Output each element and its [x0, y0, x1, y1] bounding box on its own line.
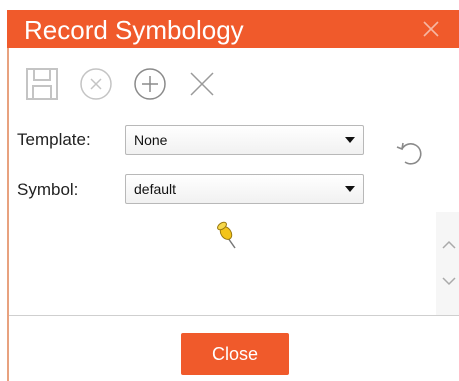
save-icon[interactable] [24, 66, 60, 102]
chevron-up-icon[interactable] [440, 236, 458, 254]
dialog-left-border [7, 48, 9, 381]
cancel-circle-icon[interactable] [78, 66, 114, 102]
pushpin-icon [217, 221, 236, 249]
add-circle-icon[interactable] [132, 66, 168, 102]
close-icon[interactable] [419, 17, 443, 41]
dialog-title: Record Symbology [24, 15, 244, 45]
template-select-value: None [134, 132, 168, 148]
close-button[interactable]: Close [181, 333, 289, 375]
symbol-label: Symbol: [17, 180, 79, 199]
undo-icon[interactable] [393, 136, 427, 170]
footer-divider [9, 315, 459, 316]
record-symbology-dialog: Record Symbology Template: None Symbol: … [0, 0, 459, 381]
chevron-down-icon [345, 137, 355, 143]
dialog-titlebar[interactable]: Record Symbology [7, 10, 459, 48]
template-select[interactable]: None [125, 125, 364, 155]
chevron-down-icon [345, 186, 355, 192]
delete-x-icon[interactable] [184, 66, 220, 102]
symbol-select[interactable]: default [125, 174, 364, 204]
scrollbar[interactable] [436, 212, 459, 315]
template-label: Template: [17, 130, 91, 149]
symbol-select-value: default [134, 181, 177, 197]
chevron-down-icon[interactable] [440, 272, 458, 290]
